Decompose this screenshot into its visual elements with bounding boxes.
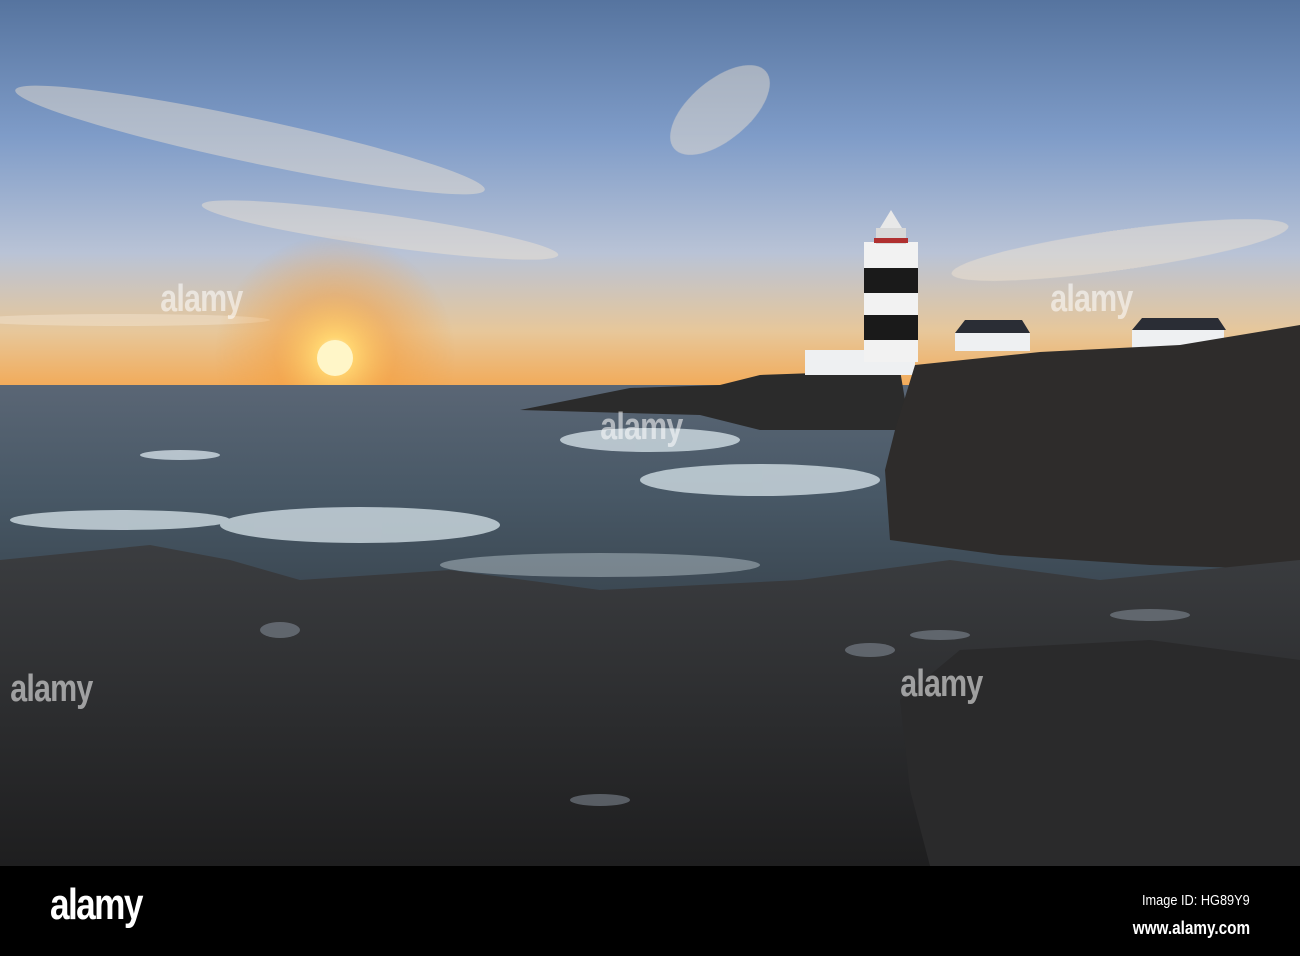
sky <box>0 0 1300 390</box>
website-url: www.alamy.com <box>1132 918 1250 938</box>
watermark-logo: alamy <box>1050 278 1133 320</box>
watermark-footer <box>0 866 1300 956</box>
image-id: Image ID: HG89Y9 <box>1142 892 1250 909</box>
watermark-logo: alamy <box>160 278 243 320</box>
watermark-logo: alamy <box>600 406 683 448</box>
photo-scene: alamy alamy alamy alamy alamy alamy Imag… <box>0 0 1300 956</box>
watermark-logo: alamy <box>10 668 93 710</box>
cliff <box>885 325 1300 570</box>
watermark-logo: alamy <box>900 663 983 705</box>
alamy-logo: alamy <box>50 880 143 929</box>
